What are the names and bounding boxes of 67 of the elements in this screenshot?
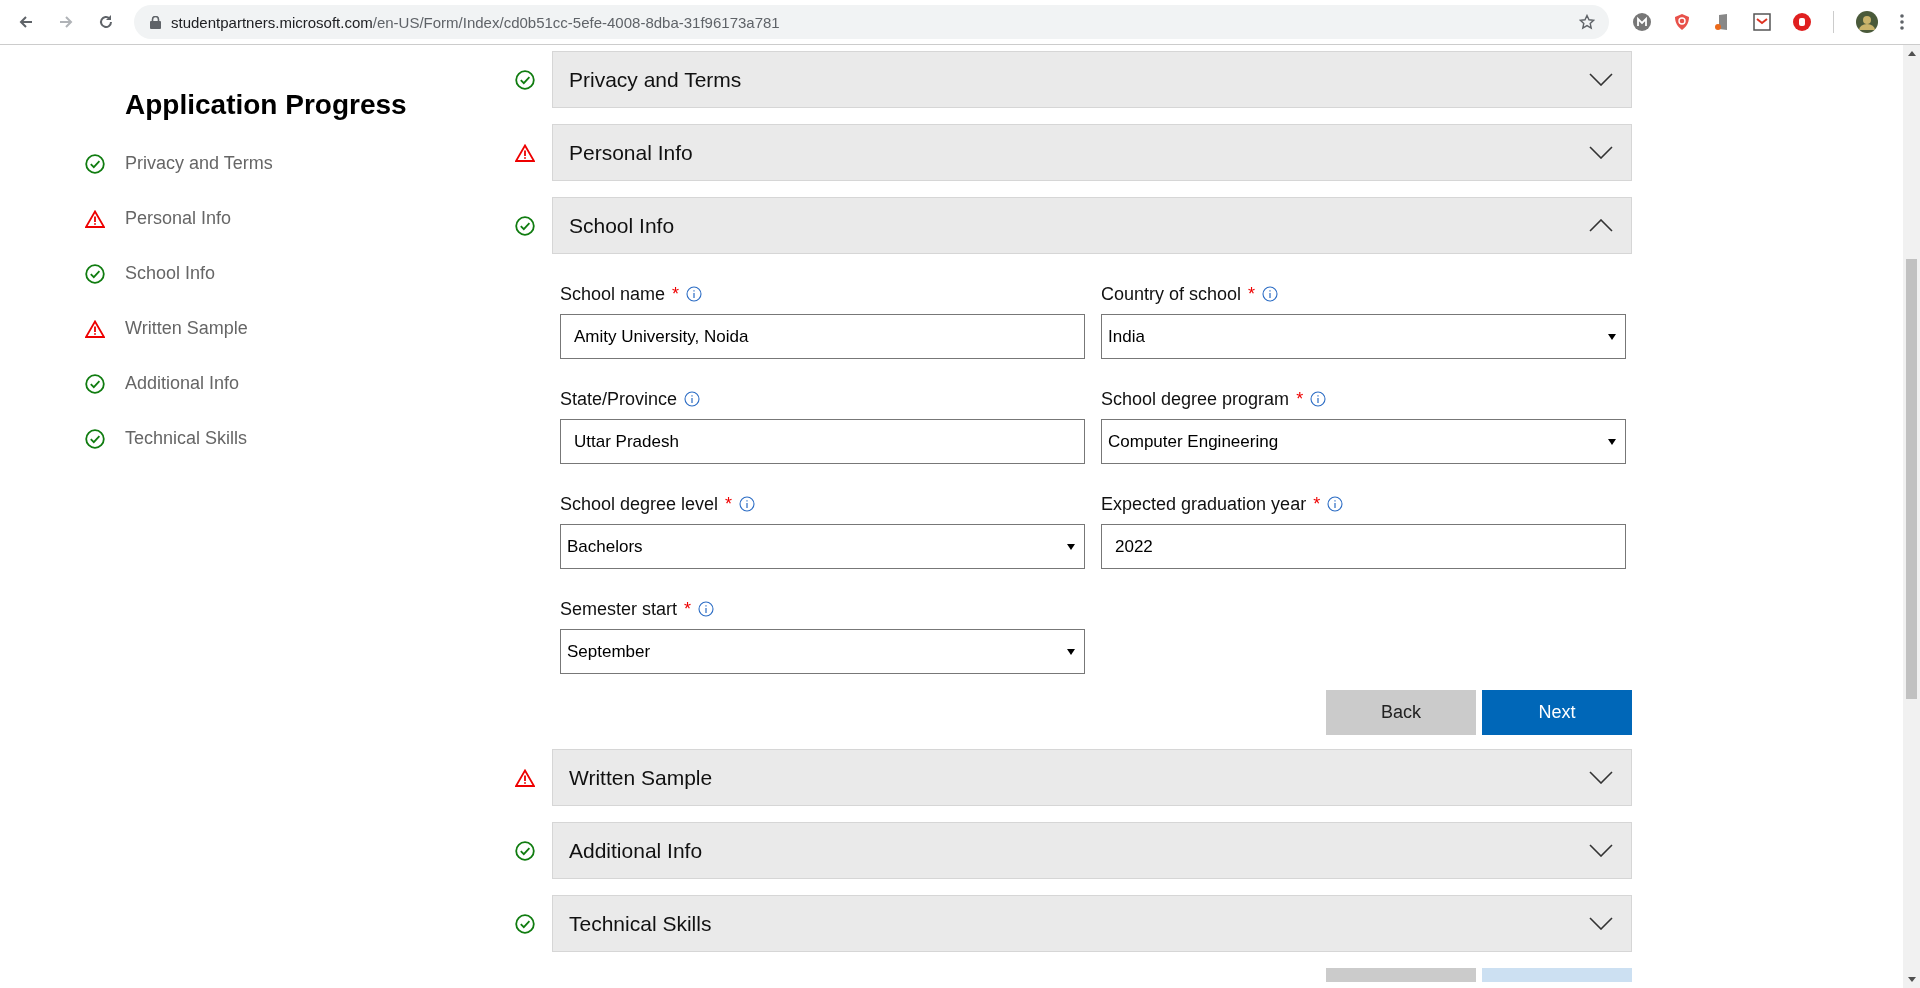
accordion-header[interactable]: Personal Info <box>552 124 1632 181</box>
url-text: studentpartners.microsoft.com/en-US/Form/Index/cd0b51cc-5efe-4008-8dba-31f96173a781 <box>171 13 781 31</box>
accordion-header[interactable]: School Info <box>552 197 1632 254</box>
shield-icon[interactable] <box>1673 13 1691 31</box>
field-label: Country of school <box>1101 283 1242 305</box>
accordion-header[interactable]: Additional Info <box>552 822 1632 879</box>
info-icon[interactable] <box>698 601 715 617</box>
menu-icon[interactable] <box>1900 14 1904 30</box>
sidebar-item[interactable]: Privacy and Terms <box>125 153 273 174</box>
chevron-down-icon <box>1589 844 1613 857</box>
sidebar-title: Application Progress <box>125 89 408 121</box>
dropdown[interactable]: September <box>560 629 1085 674</box>
extension-icon[interactable] <box>1753 13 1771 31</box>
dropdown[interactable]: India <box>1101 314 1626 359</box>
sidebar-item[interactable]: Technical Skills <box>125 428 248 449</box>
required-asterisk: * <box>1313 493 1321 515</box>
dropdown-arrow-icon <box>1608 438 1616 445</box>
info-icon[interactable] <box>1327 496 1344 512</box>
info-icon[interactable] <box>1262 286 1279 302</box>
dropdown-arrow-icon <box>1067 543 1075 550</box>
required-asterisk: * <box>672 283 680 305</box>
chevron-down-icon <box>1589 917 1613 930</box>
sidebar-item[interactable]: School Info <box>125 263 216 284</box>
required-asterisk: * <box>684 598 692 620</box>
sidebar-item[interactable]: Written Sample <box>125 318 248 339</box>
scroll-up-icon[interactable] <box>1907 51 1916 56</box>
required-asterisk: * <box>1248 283 1256 305</box>
accordion-header[interactable]: Privacy and Terms <box>552 51 1632 108</box>
field-label: Expected graduation year <box>1101 493 1307 515</box>
bookmark-star-icon[interactable] <box>1579 14 1595 30</box>
address-bar[interactable]: studentpartners.microsoft.com/en-US/Form/Index/cd0b51cc-5efe-4008-8dba-31f96173a781 <box>134 5 1609 39</box>
input-field[interactable]: Uttar Pradesh <box>560 419 1085 464</box>
scrollbar-thumb[interactable] <box>1906 259 1917 699</box>
accordion-header[interactable]: Technical Skills <box>552 895 1632 952</box>
dropdown[interactable]: Bachelors <box>560 524 1085 569</box>
input-field[interactable]: Amity University, Noida <box>560 314 1085 359</box>
input-field[interactable]: 2022 <box>1101 524 1626 569</box>
back-icon[interactable] <box>18 14 34 30</box>
field-label: Semester start <box>560 598 678 620</box>
info-icon[interactable] <box>1310 391 1327 407</box>
required-asterisk: * <box>725 493 733 515</box>
info-icon[interactable] <box>686 286 703 302</box>
info-icon[interactable] <box>739 496 756 512</box>
dropdown-arrow-icon <box>1608 333 1616 340</box>
back-button[interactable]: Back <box>1326 690 1476 735</box>
required-asterisk: * <box>1296 388 1304 410</box>
field-label: School name <box>560 283 666 305</box>
field-label: School degree program <box>1101 388 1290 410</box>
dropdown[interactable]: Computer Engineering <box>1101 419 1626 464</box>
accordion-header[interactable]: Written Sample <box>552 749 1632 806</box>
sidebar-item[interactable]: Additional Info <box>125 373 240 394</box>
reload-icon[interactable] <box>98 14 114 30</box>
scroll-down-icon[interactable] <box>1907 977 1916 982</box>
chevron-down-icon <box>1589 771 1613 784</box>
sidebar-item[interactable]: Personal Info <box>125 208 232 229</box>
field-label: School degree level <box>560 493 719 515</box>
field-label: State/Province <box>560 388 678 410</box>
chevron-up-icon <box>1589 219 1613 232</box>
chevron-down-icon <box>1589 146 1613 159</box>
next-button[interactable]: Next <box>1482 690 1632 735</box>
chevron-down-icon <box>1589 73 1613 86</box>
dropdown-arrow-icon <box>1067 648 1075 655</box>
avatar-icon[interactable] <box>1856 11 1878 33</box>
extension-icon[interactable] <box>1633 13 1651 31</box>
lock-icon <box>150 15 161 29</box>
scrollbar[interactable] <box>1903 45 1920 988</box>
info-icon[interactable] <box>684 391 701 407</box>
